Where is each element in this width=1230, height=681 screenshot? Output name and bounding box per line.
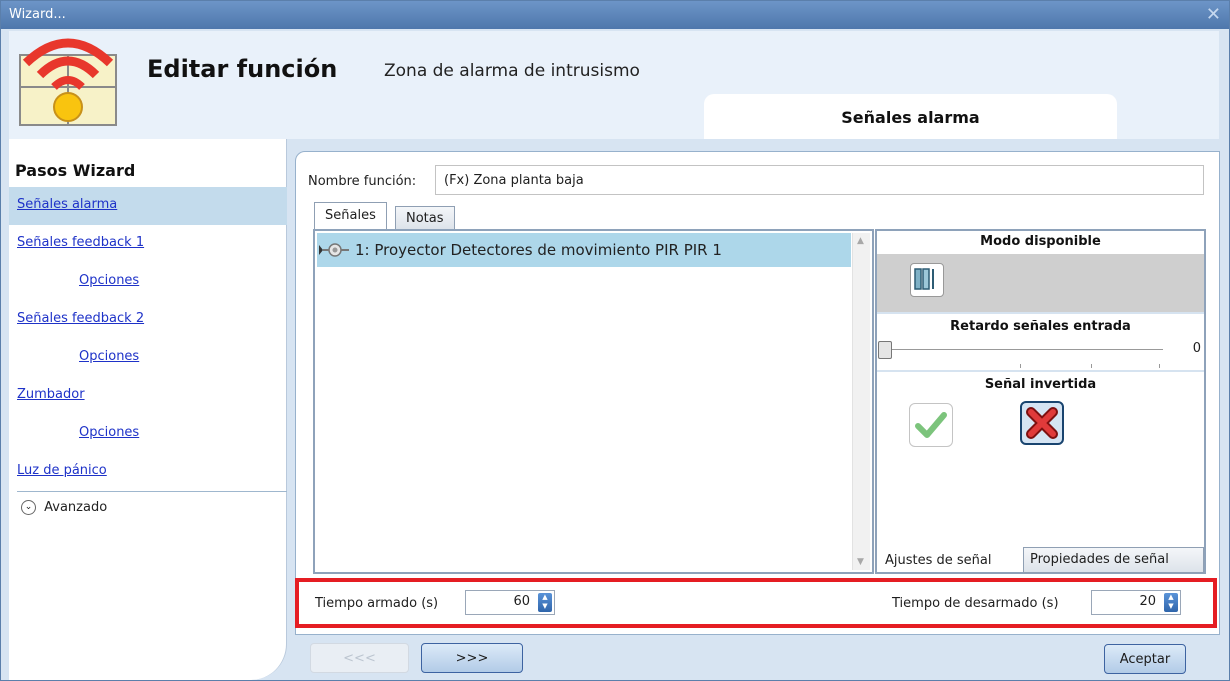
page-title: Editar función [147,55,338,83]
section-divider [877,370,1204,372]
sidebar-title: Pasos Wizard [15,161,136,180]
signal-list: 1: Proyector Detectores de movimiento PI… [313,229,874,574]
function-name-label: Nombre función: [308,174,417,189]
mode-available-icon[interactable] [910,263,944,297]
close-icon[interactable]: ✕ [1206,4,1221,25]
advanced-toggle[interactable]: ⌄ Avanzado [21,500,107,515]
list-scrollbar[interactable]: ▲ ▼ [852,233,870,570]
signal-settings-panel: Modo disponible Retardo señales entrada … [875,229,1206,574]
sidebar-link[interactable]: Señales alarma [17,197,117,212]
sidebar-link[interactable]: Luz de pánico [17,463,107,478]
tab-notas[interactable]: Notas [395,206,455,230]
slider-tick [1020,364,1021,368]
step-content-panel: Nombre función: (Fx) Zona planta baja Se… [295,151,1220,635]
function-name-field[interactable]: (Fx) Zona planta baja [435,165,1204,195]
window-title: Wizard... [9,7,66,22]
next-button[interactable]: >>> [421,643,523,673]
sidebar-item-senales-alarma[interactable]: Señales alarma [9,187,287,225]
sidebar-link[interactable]: Señales feedback 2 [17,311,144,326]
tab-ajustes-de-senal[interactable]: Ajustes de señal [885,553,992,568]
section-divider [877,312,1204,314]
delay-value: 0 [1192,341,1201,356]
disarm-time-stepper[interactable]: 20 ▲ ▼ [1091,590,1181,615]
delay-heading: Retardo señales entrada [950,319,1131,334]
sidebar-divider [17,491,287,492]
chevron-down-icon[interactable]: ⌄ [21,500,36,515]
slider-tick [1159,364,1160,368]
spin-arrows-icon[interactable]: ▲ ▼ [1164,593,1178,612]
tab-propiedades-de-senal[interactable]: Propiedades de señal [1023,547,1204,573]
sidebar-link[interactable]: Zumbador [17,387,85,402]
accept-button[interactable]: Aceptar [1104,644,1186,674]
tab-senales[interactable]: Señales [314,202,387,230]
sidebar-link[interactable]: Opciones [79,425,139,440]
armed-time-label: Tiempo armado (s) [315,596,439,611]
title-bar: Wizard... ✕ [1,1,1229,29]
delay-slider-thumb[interactable] [878,341,892,359]
armed-time-value[interactable]: 60 [513,594,530,609]
inverted-no-button[interactable] [1020,401,1064,445]
timing-highlight: Tiempo armado (s) 60 ▲ ▼ Tiempo de desarm… [295,578,1217,628]
pir-detector-icon [319,243,349,257]
scroll-up-icon[interactable]: ▲ [857,236,864,246]
sidebar-item-opciones-2[interactable]: Opciones [9,339,287,377]
inverted-heading: Señal invertida [984,377,1097,392]
wizard-steps-sidebar: Pasos Wizard Señales alarma Señales feed… [9,139,287,680]
mode-heading: Modo disponible [980,234,1101,249]
sidebar-link[interactable]: Opciones [79,273,139,288]
sidebar-item-luz-de-panico[interactable]: Luz de pánico [9,453,287,491]
delay-slider-track[interactable] [883,349,1163,350]
sidebar-item-senales-feedback-1[interactable]: Señales feedback 1 [9,225,287,263]
disarm-time-label: Tiempo de desarmado (s) [892,596,1059,611]
signal-name: 1: Proyector Detectores de movimiento PI… [355,241,722,259]
sidebar-item-zumbador[interactable]: Zumbador [9,377,287,415]
inverted-yes-button[interactable] [909,403,953,447]
sidebar-item-opciones-3[interactable]: Opciones [9,415,287,453]
sidebar-item-opciones-1[interactable]: Opciones [9,263,287,301]
checkmark-icon [915,412,947,438]
current-step-tab: Señales alarma [704,94,1117,139]
disarm-time-value[interactable]: 20 [1139,594,1156,609]
spin-arrows-icon[interactable]: ▲ ▼ [538,593,552,612]
slider-tick [1091,364,1092,368]
sidebar-item-senales-feedback-2[interactable]: Señales feedback 2 [9,301,287,339]
armed-time-stepper[interactable]: 60 ▲ ▼ [465,590,555,615]
sidebar-link[interactable]: Opciones [79,349,139,364]
sidebar-link[interactable]: Señales feedback 1 [17,235,144,250]
wizard-window: Wizard... ✕ Editar función Zona de alarm… [0,0,1230,681]
scroll-down-icon[interactable]: ▼ [857,557,864,567]
function-type: Zona de alarma de intrusismo [384,61,640,81]
back-button[interactable]: <<< [310,643,409,673]
list-item[interactable]: 1: Proyector Detectores de movimiento PI… [317,233,851,267]
alarm-zone-logo-icon [19,38,117,126]
advanced-label[interactable]: Avanzado [44,500,107,515]
cross-icon [1026,407,1058,439]
